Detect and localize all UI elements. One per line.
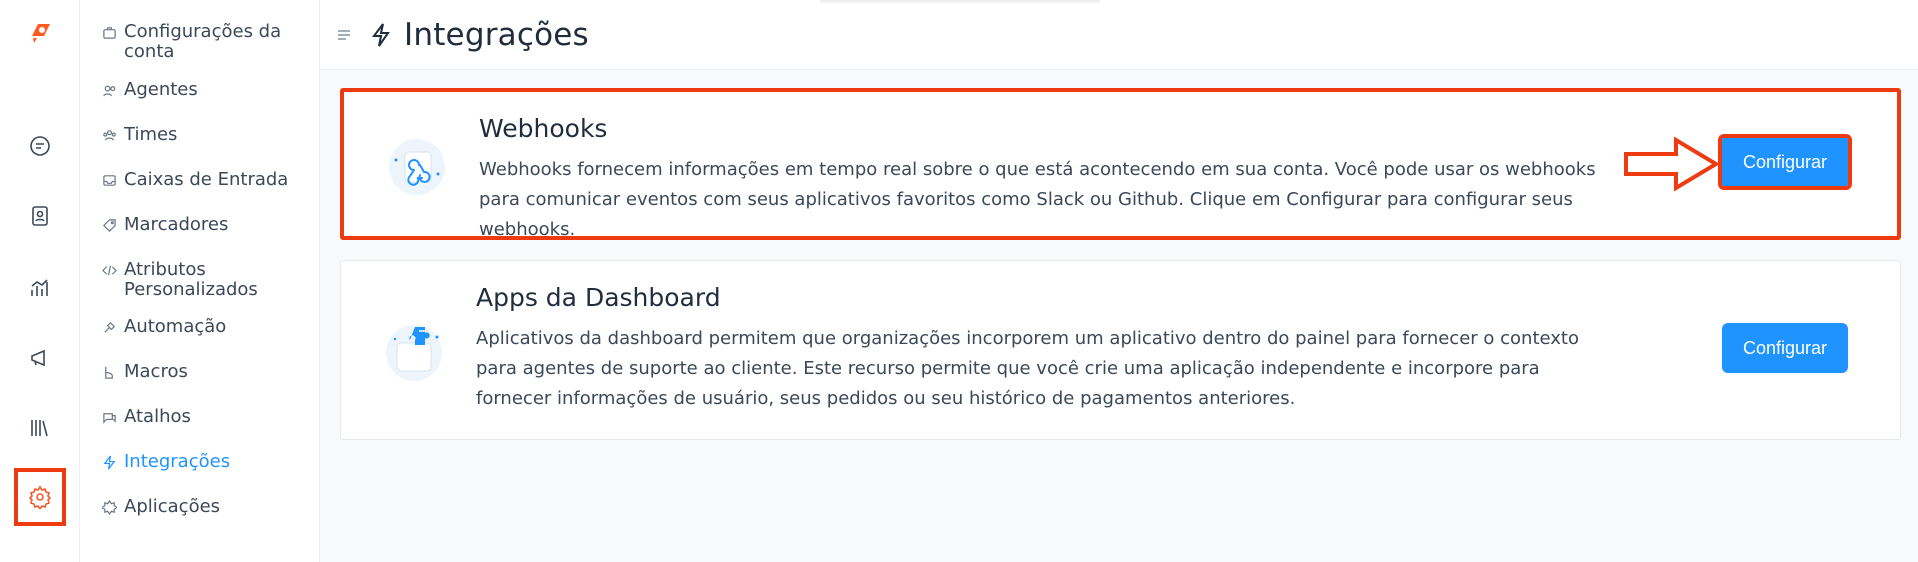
- macros-icon: [102, 362, 124, 382]
- sidebar-item-teams[interactable]: Times: [80, 125, 319, 145]
- card-body: Webhooks Webhooks fornecem informações e…: [479, 114, 1619, 245]
- integration-card-webhooks: Webhooks Webhooks fornecem informações e…: [340, 88, 1901, 240]
- card-body: Apps da Dashboard Aplicativos da dashboa…: [476, 283, 1616, 414]
- sidebar-item-integrations[interactable]: Integrações: [80, 452, 319, 472]
- sidebar-item-macros[interactable]: Macros: [80, 362, 319, 382]
- sidebar-item-label: Times: [124, 124, 178, 145]
- card-description: Webhooks fornecem informações em tempo r…: [479, 159, 1596, 240]
- configure-dashboard-apps-button[interactable]: Configurar: [1722, 323, 1848, 373]
- webhook-icon: [389, 139, 445, 195]
- configure-webhooks-button[interactable]: Configurar: [1718, 134, 1852, 190]
- primary-nav-rail: [0, 0, 80, 562]
- sidebar-item-label: Atalhos: [124, 406, 191, 427]
- sidebar-item-applications[interactable]: Aplicações: [80, 497, 319, 517]
- sidebar-item-label: Configurações da conta: [124, 21, 282, 62]
- tag-icon: [102, 215, 124, 235]
- menu-icon[interactable]: [336, 27, 352, 43]
- star-badge-icon: [102, 497, 124, 517]
- conversations-icon[interactable]: [14, 120, 66, 172]
- sidebar-item-label: Marcadores: [124, 214, 229, 235]
- puzzle-icon: [386, 325, 442, 381]
- team-icon: [102, 125, 124, 145]
- sidebar-item-canned-responses[interactable]: Atalhos: [80, 407, 319, 427]
- sidebar-item-label: Automação: [124, 316, 227, 337]
- people-icon: [102, 80, 124, 100]
- card-description: Aplicativos da dashboard permitem que or…: [476, 328, 1579, 409]
- sidebar-item-inboxes[interactable]: Caixas de Entrada: [80, 170, 319, 190]
- sidebar-item-label: Aplicações: [124, 496, 221, 517]
- main-content: Webhooks Webhooks fornecem informações e…: [320, 70, 1918, 562]
- sidebar-item-label: Atributos Personalizados: [124, 259, 258, 300]
- briefcase-icon: [102, 22, 124, 42]
- sidebar-item-label: Caixas de Entrada: [124, 169, 289, 190]
- app-root: Configurações da conta Agentes Times Cai…: [0, 0, 1918, 562]
- settings-icon[interactable]: [14, 468, 66, 526]
- chat-bubble-icon: [102, 407, 124, 427]
- code-icon: [102, 260, 124, 280]
- sidebar-item-label: Integrações: [124, 451, 231, 472]
- inbox-icon: [102, 170, 124, 190]
- sidebar-item-agents[interactable]: Agentes: [80, 80, 319, 100]
- automation-icon: [102, 317, 124, 337]
- bolt-icon: [102, 452, 124, 472]
- card-title: Apps da Dashboard: [476, 283, 721, 312]
- page-header: Integrações: [320, 0, 1918, 70]
- sidebar-item-automation[interactable]: Automação: [80, 317, 319, 337]
- top-shadow: [820, 0, 1100, 4]
- library-icon[interactable]: [14, 402, 66, 454]
- integration-card-dashboard-apps: Apps da Dashboard Aplicativos da dashboa…: [340, 260, 1901, 440]
- arrow-icon: [1624, 136, 1720, 192]
- sidebar-item-custom-attributes[interactable]: Atributos Personalizados: [80, 260, 319, 300]
- page-title: Integrações: [404, 16, 589, 53]
- contacts-icon[interactable]: [14, 190, 66, 242]
- campaigns-icon[interactable]: [14, 332, 66, 384]
- sidebar-item-label: Agentes: [124, 79, 198, 100]
- bolt-icon: [372, 22, 390, 47]
- sidebar-item-labels[interactable]: Marcadores: [80, 215, 319, 235]
- card-title: Webhooks: [479, 114, 608, 143]
- sidebar-item-label: Macros: [124, 361, 188, 382]
- sidebar-item-account-settings[interactable]: Configurações da conta: [80, 22, 319, 62]
- logo-icon[interactable]: [24, 16, 56, 48]
- reports-icon[interactable]: [14, 262, 66, 314]
- settings-sidebar: Configurações da conta Agentes Times Cai…: [80, 0, 320, 562]
